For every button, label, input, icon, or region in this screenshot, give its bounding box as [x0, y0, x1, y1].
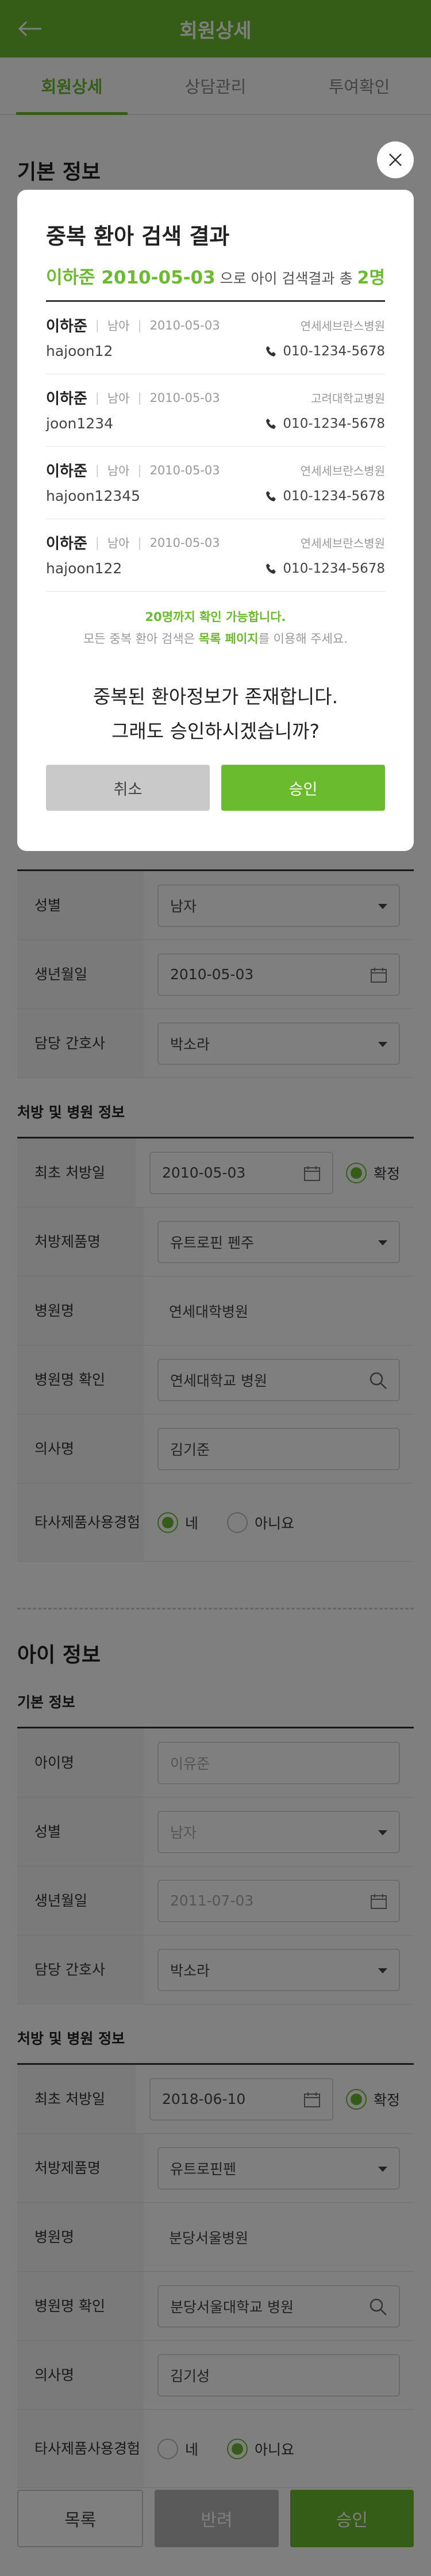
result-gender: 남아 — [107, 536, 130, 550]
confirm-question-line2: 그래도 승인하시겠습니까? — [111, 720, 320, 742]
confirm-question-line1: 중복된 환아정보가 존재합니다. — [93, 685, 338, 708]
result-name: 이하준 — [46, 390, 87, 408]
phone-icon — [266, 418, 276, 429]
result-name: 이하준 — [46, 318, 87, 335]
result-phone: 010-1234-5678 — [265, 416, 385, 431]
result-gender: 남아 — [107, 319, 130, 333]
divider: | — [137, 390, 142, 405]
result-hospital: 고려대학교병원 — [311, 392, 385, 405]
result-gender: 남아 — [107, 463, 130, 478]
result-id: joon1234 — [46, 415, 114, 432]
result-phone-number: 010-1234-5678 — [283, 343, 385, 359]
result-id: hajoon12 — [46, 343, 113, 359]
result-hospital: 연세세브란스병원 — [300, 464, 385, 478]
duplicate-search-modal: 중복 환아 검색 결과 이하준 2010-05-03 으로 아이 검색결과 총 … — [17, 190, 414, 851]
result-item[interactable]: 이하준 | 남아 | 2010-05-03 연세세브란스병원 hajoon12 010-12… — [46, 302, 385, 374]
result-phone-number: 010-1234-5678 — [283, 561, 385, 576]
result-name: 이하준 — [46, 463, 87, 480]
result-birth: 2010-05-03 — [149, 535, 220, 550]
result-birth: 2010-05-03 — [149, 463, 220, 477]
search-query: 이하준 2010-05-03 으로 아이 검색결과 — [46, 263, 335, 289]
divider: | — [95, 318, 99, 332]
limit-notice: 20명까지 확인 가능합니다. — [145, 610, 286, 624]
result-total: 총 2명 — [340, 263, 385, 289]
result-id: hajoon12345 — [46, 488, 141, 504]
search-name: 이하준 2010-05-03 — [46, 267, 216, 288]
result-hospital: 연세세브란스병원 — [300, 319, 385, 333]
list-page-link[interactable]: 목록 페이지 — [199, 632, 259, 646]
phone-icon — [266, 346, 276, 356]
result-hospital: 연세세브란스병원 — [300, 536, 385, 550]
result-item[interactable]: 이하준 | 남아 | 2010-05-03 연세세브란스병원 hajoon12345 010… — [46, 447, 385, 519]
phone-icon — [266, 563, 276, 574]
divider: | — [95, 463, 99, 477]
result-name: 이하준 — [46, 535, 87, 553]
search-suffix: 으로 아이 검색결과 — [215, 270, 335, 287]
modal-close-button[interactable] — [377, 141, 414, 178]
search-summary: 이하준 2010-05-03 으로 아이 검색결과 총 2명 — [46, 263, 385, 302]
result-birth: 2010-05-03 — [149, 390, 220, 405]
total-count: 2명 — [357, 268, 385, 288]
modal-approve-button[interactable]: 승인 — [221, 765, 385, 811]
notice-text-a: 모든 중복 환아 검색은 — [83, 632, 199, 646]
list-page-notice: 모든 중복 환아 검색은 목록 페이지를 이용해 주세요. — [46, 630, 385, 647]
result-phone-number: 010-1234-5678 — [283, 488, 385, 504]
divider: | — [95, 535, 99, 550]
result-phone-number: 010-1234-5678 — [283, 416, 385, 431]
result-id: hajoon122 — [46, 560, 122, 577]
close-icon — [389, 154, 402, 166]
result-item[interactable]: 이하준 | 남아 | 2010-05-03 연세세브란스병원 hajoon122 010-1… — [46, 519, 385, 592]
modal-cancel-button[interactable]: 취소 — [46, 765, 210, 811]
notice-text-c: 를 이용해 주세요. — [258, 632, 348, 646]
divider: | — [95, 390, 99, 405]
result-phone: 010-1234-5678 — [265, 561, 385, 576]
divider: | — [137, 535, 142, 550]
divider: | — [137, 318, 142, 332]
phone-icon — [266, 490, 276, 501]
total-prefix: 총 — [339, 270, 357, 287]
result-item[interactable]: 이하준 | 남아 | 2010-05-03 고려대학교병원 joon1234 010-123… — [46, 374, 385, 447]
result-gender: 남아 — [107, 391, 130, 405]
modal-actions: 취소 승인 — [46, 765, 385, 811]
result-birth: 2010-05-03 — [149, 318, 220, 332]
result-phone: 010-1234-5678 — [265, 489, 385, 504]
modal-title: 중복 환아 검색 결과 — [46, 224, 230, 249]
divider: | — [137, 463, 142, 477]
result-phone: 010-1234-5678 — [265, 344, 385, 359]
